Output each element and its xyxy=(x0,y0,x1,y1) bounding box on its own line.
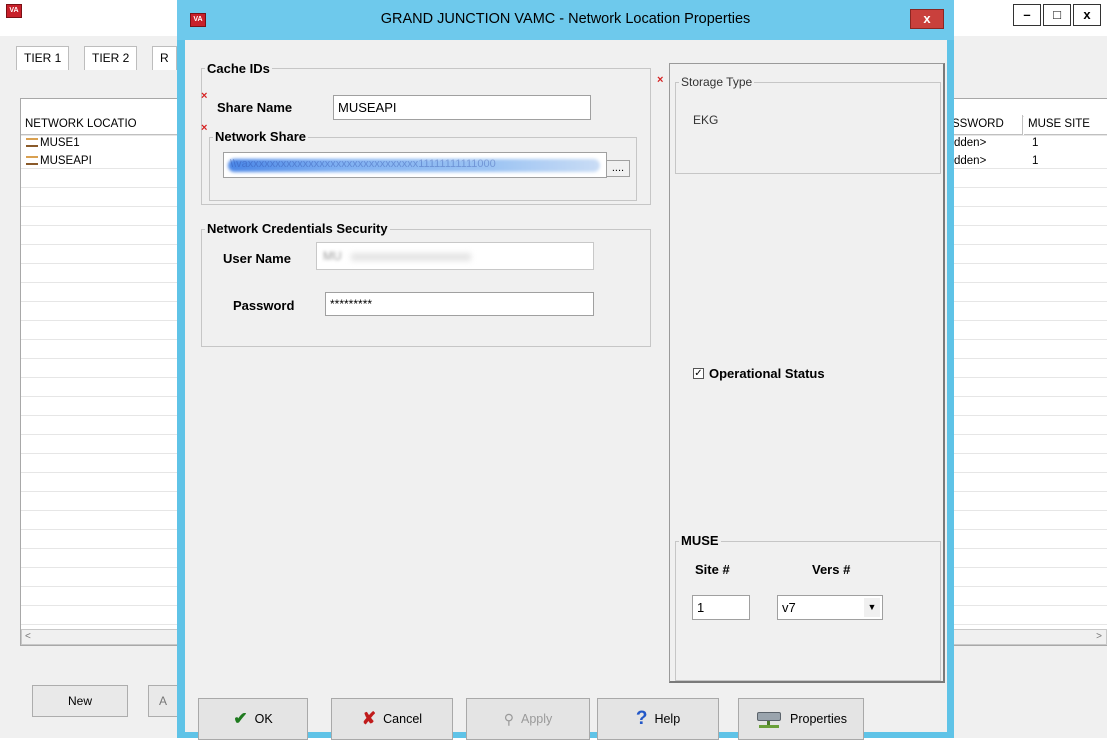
list-item-label: MUSEAPI xyxy=(40,155,92,167)
network-location-icon xyxy=(26,138,38,147)
horizontal-scrollbar-right[interactable]: > xyxy=(948,629,1107,645)
site-number-input[interactable] xyxy=(692,595,750,620)
network-location-list: NETWORK LOCATIO MUSE1 MUSEAPI < xyxy=(20,98,178,646)
new-button[interactable]: New xyxy=(32,685,128,717)
ok-button[interactable]: ✔ OK xyxy=(198,698,308,740)
network-share-input[interactable]: \\vaxxxxxxxxxxxxxxxxxxxxxxxxxxxxxxx11111… xyxy=(223,152,607,178)
checkbox-checked-icon[interactable]: ✓ xyxy=(693,368,704,379)
muse-label: MUSE xyxy=(679,533,721,548)
share-name-label: Share Name xyxy=(217,100,293,115)
column-header-password[interactable]: SSWORD xyxy=(948,115,1023,135)
storage-type-value: EKG xyxy=(693,113,719,127)
version-select[interactable]: v7 ▼ xyxy=(777,595,883,620)
chevron-down-icon[interactable]: ▼ xyxy=(864,598,880,617)
column-header-muse-site[interactable]: MUSE SITE xyxy=(1024,115,1107,135)
scroll-right-icon[interactable]: > xyxy=(1096,631,1102,642)
cancel-x-icon: ✘ xyxy=(361,709,377,728)
user-name-input[interactable]: MU xyxy=(316,242,594,270)
app-icon: VA xyxy=(6,4,22,18)
user-name-label: User Name xyxy=(223,251,291,266)
password-field[interactable] xyxy=(325,292,594,316)
help-button-label: Help xyxy=(654,712,681,726)
help-question-icon: ? xyxy=(635,708,648,729)
horizontal-scrollbar[interactable]: < xyxy=(21,629,178,645)
dialog-app-icon: VA xyxy=(190,13,206,27)
password-cell: dden> xyxy=(954,155,987,167)
operational-status-checkbox[interactable]: ✓ Operational Status xyxy=(693,366,825,381)
dialog-titlebar: GRAND JUNCTION VAMC - Network Location P… xyxy=(177,0,954,40)
required-marker: × xyxy=(657,74,664,86)
password-label: Password xyxy=(233,298,295,313)
share-name-input[interactable] xyxy=(333,95,591,120)
version-select-value: v7 xyxy=(782,600,796,615)
cancel-button-label: Cancel xyxy=(383,712,423,726)
apply-button[interactable]: ⚲ Apply xyxy=(466,698,590,740)
network-location-list-right: SSWORD MUSE SITE dden> 1 dden> 1 > xyxy=(948,98,1107,646)
close-window-button[interactable]: x xyxy=(1073,4,1101,26)
cache-ids-label: Cache IDs xyxy=(205,61,272,76)
maximize-button[interactable]: □ xyxy=(1043,4,1071,26)
required-marker: × xyxy=(201,90,208,102)
list-item-label: MUSE1 xyxy=(40,137,80,149)
tab-r[interactable]: R xyxy=(152,46,177,70)
operational-status-label: Operational Status xyxy=(709,366,825,381)
scroll-left-icon[interactable]: < xyxy=(25,631,31,642)
required-marker: × xyxy=(201,122,208,134)
tab-tier-2[interactable]: TIER 2 xyxy=(84,46,138,70)
properties-button-label: Properties xyxy=(790,712,847,726)
cancel-button[interactable]: ✘ Cancel xyxy=(331,698,453,740)
list-item[interactable]: MUSE1 xyxy=(26,137,80,149)
apply-button-label: Apply xyxy=(520,712,553,726)
network-drive-icon xyxy=(755,709,783,729)
column-header-network-location[interactable]: NETWORK LOCATIO xyxy=(21,115,178,135)
list-item[interactable]: MUSEAPI xyxy=(26,155,92,167)
tab-tier-1[interactable]: TIER 1 xyxy=(16,46,70,70)
version-number-label: Vers # xyxy=(812,562,851,577)
storage-type-group xyxy=(675,82,941,174)
minimize-button[interactable]: – xyxy=(1013,4,1041,26)
properties-button[interactable]: Properties xyxy=(738,698,864,740)
muse-site-cell: 1 xyxy=(1032,155,1039,167)
storage-type-label: Storage Type xyxy=(679,75,755,89)
dialog-title: GRAND JUNCTION VAMC - Network Location P… xyxy=(380,11,751,27)
help-button[interactable]: ? Help xyxy=(597,698,719,740)
network-location-icon xyxy=(26,156,38,165)
network-credentials-label: Network Credentials Security xyxy=(205,221,390,236)
browse-network-share-button[interactable]: .... xyxy=(606,160,630,177)
site-number-label: Site # xyxy=(695,562,730,577)
network-share-label: Network Share xyxy=(213,129,309,144)
dialog-close-button[interactable]: x xyxy=(910,9,944,29)
dialog-client-area: Cache IDs × Share Name × Network Share \… xyxy=(185,40,947,740)
ok-button-label: OK xyxy=(254,712,273,726)
muse-site-cell: 1 xyxy=(1032,137,1039,149)
apply-icon: ⚲ xyxy=(503,710,514,727)
network-location-properties-dialog: GRAND JUNCTION VAMC - Network Location P… xyxy=(177,0,954,740)
checkmark-icon: ✔ xyxy=(233,709,248,728)
password-cell: dden> xyxy=(954,137,987,149)
